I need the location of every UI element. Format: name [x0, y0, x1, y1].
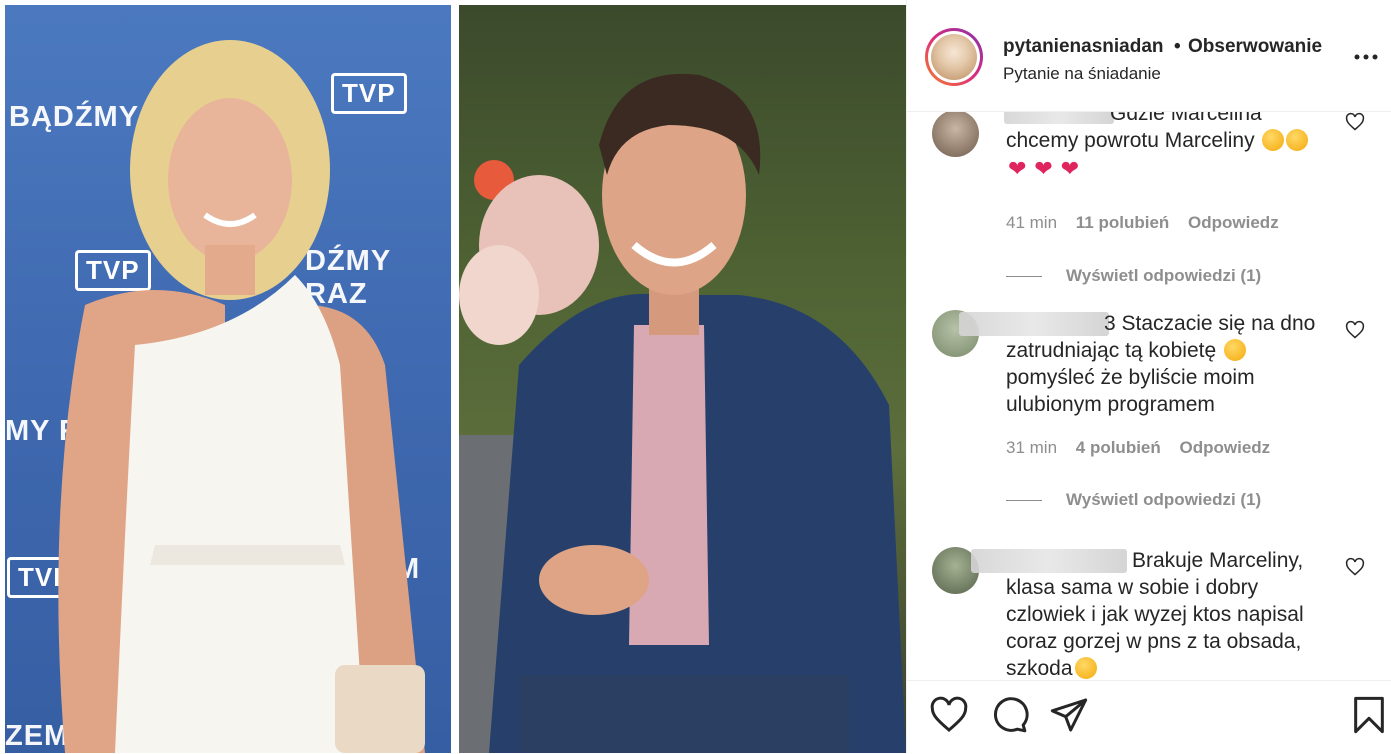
comment-likes[interactable]: 4 polubień [1076, 438, 1161, 457]
heart-emoji: ❤ [1008, 156, 1027, 181]
comments-list[interactable]: Gdzie Marcelina chcemy powrotu Marceliny… [907, 112, 1391, 680]
bookmark-icon[interactable] [1349, 695, 1389, 735]
comment-text: Gdzie Marcelina chcemy powrotu Marceliny… [1006, 112, 1336, 182]
heart-outline-icon[interactable] [1345, 320, 1365, 340]
post-side-panel: pytanienasniadan • Obserwowanie Pytanie … [906, 0, 1391, 753]
man-figure [459, 73, 906, 753]
view-replies-button[interactable]: Wyświetl odpowiedzi (1) [1006, 266, 1261, 286]
comment-text: 3 Staczacie się na dno zatrudniając tą k… [1006, 312, 1316, 416]
comment-time[interactable]: 41 min [1006, 213, 1057, 232]
reply-button[interactable]: Odpowiedz [1180, 438, 1271, 457]
post-header: pytanienasniadan • Obserwowanie Pytanie … [907, 0, 1391, 112]
comment-meta: 31 min 4 polubień Odpowiedz [1006, 438, 1284, 458]
separator-dot: • [1174, 36, 1181, 57]
username-link[interactable]: pytanienasniadan [1003, 36, 1164, 58]
comment-meta: 41 min 11 polubień Odpowiedz [1006, 213, 1293, 233]
heart-emoji: ❤ [1034, 156, 1053, 181]
more-horizontal-icon[interactable] [1353, 44, 1379, 70]
heart-outline-icon[interactable] [1345, 112, 1365, 132]
follow-status-button[interactable]: Obserwowanie [1188, 36, 1322, 58]
post-actions-bar [907, 680, 1391, 754]
reply-button[interactable]: Odpowiedz [1188, 213, 1279, 232]
account-subtitle[interactable]: Pytanie na śniadanie [1003, 64, 1161, 84]
woman-figure [58, 40, 425, 753]
comment-likes[interactable]: 11 polubień [1076, 213, 1170, 232]
comment-bubble-icon[interactable] [989, 695, 1029, 735]
pensive-face-emoji [1074, 657, 1097, 679]
heart-outline-icon[interactable] [1345, 557, 1365, 577]
photo-right-man [459, 5, 906, 753]
comment-time[interactable]: 31 min [1006, 438, 1057, 457]
heart-emoji: ❤ [1060, 156, 1079, 181]
photo-left-woman: BĄDŹMY R TVP TVP DŹMY RAZ MY R TVP ZEM M [5, 5, 451, 753]
post-photo[interactable]: BĄDŹMY R TVP TVP DŹMY RAZ MY R TVP ZEM M [0, 0, 906, 753]
laughing-face-emoji [1223, 339, 1246, 361]
view-replies-button[interactable]: Wyświetl odpowiedzi (1) [1006, 490, 1261, 510]
kissing-face-emoji [1262, 129, 1285, 151]
commenter-avatar[interactable] [932, 112, 979, 157]
comment-text: Brakuje Marceliny, klasa sama w sobie i … [1006, 549, 1304, 680]
kissing-face-emoji [1286, 129, 1309, 151]
send-icon[interactable] [1049, 695, 1089, 735]
avatar[interactable] [925, 28, 983, 86]
heart-outline-icon[interactable] [929, 695, 969, 735]
